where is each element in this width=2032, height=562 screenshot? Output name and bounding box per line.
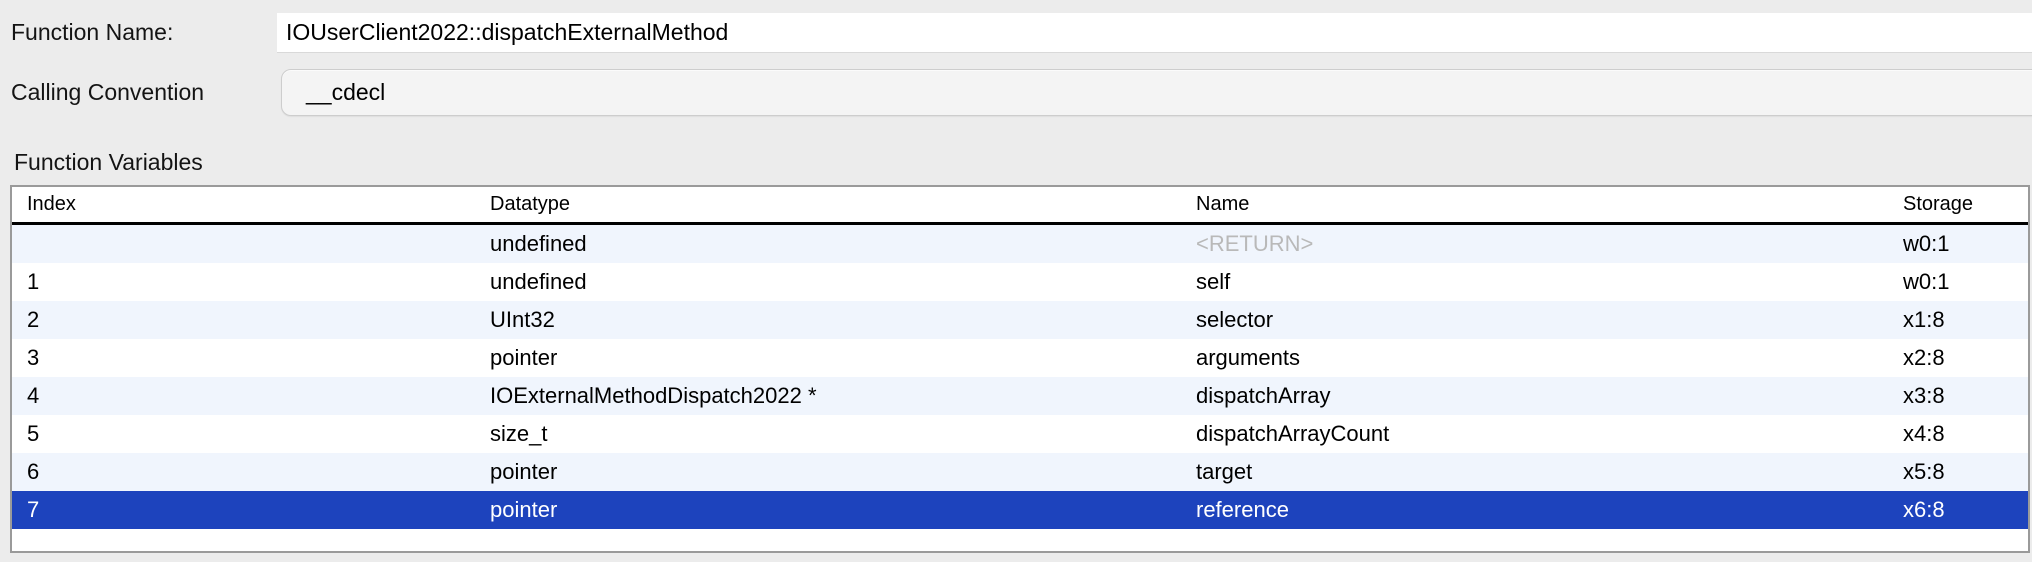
cell-name: target (1196, 453, 1903, 491)
calling-convention-select[interactable]: __cdecl (281, 69, 2032, 116)
table-row[interactable]: 2UInt32selectorx1:8 (12, 301, 2028, 339)
cell-name: selector (1196, 301, 1903, 339)
cell-name: arguments (1196, 339, 1903, 377)
table-row[interactable]: 3pointerargumentsx2:8 (12, 339, 2028, 377)
cell-storage: x5:8 (1903, 453, 2028, 491)
cell-index: 6 (12, 453, 490, 491)
cell-storage: x1:8 (1903, 301, 2028, 339)
cell-datatype: pointer (490, 491, 1196, 529)
cell-index: 7 (12, 491, 490, 529)
cell-name: dispatchArray (1196, 377, 1903, 415)
cell-storage: x2:8 (1903, 339, 2028, 377)
cell-datatype: undefined (490, 225, 1196, 263)
table-row[interactable]: 1undefinedselfw0:1 (12, 263, 2028, 301)
cell-datatype: UInt32 (490, 301, 1196, 339)
column-header-datatype[interactable]: Datatype (490, 187, 1196, 222)
function-variables-label: Function Variables (14, 149, 203, 176)
cell-storage: x6:8 (1903, 491, 2028, 529)
cell-index (12, 225, 490, 263)
function-name-label: Function Name: (11, 19, 173, 46)
table-row[interactable]: 7pointerreferencex6:8 (12, 491, 2028, 529)
cell-storage: w0:1 (1903, 263, 2028, 301)
cell-index: 4 (12, 377, 490, 415)
table-row[interactable]: undefined<RETURN>w0:1 (12, 225, 2028, 263)
column-header-name[interactable]: Name (1196, 187, 1903, 222)
cell-datatype: pointer (490, 453, 1196, 491)
cell-index: 1 (12, 263, 490, 301)
cell-datatype: size_t (490, 415, 1196, 453)
table-row[interactable]: 4IOExternalMethodDispatch2022 *dispatchA… (12, 377, 2028, 415)
cell-name: self (1196, 263, 1903, 301)
table-row[interactable]: 6pointertargetx5:8 (12, 453, 2028, 491)
cell-datatype: pointer (490, 339, 1196, 377)
cell-index: 2 (12, 301, 490, 339)
cell-name: dispatchArrayCount (1196, 415, 1903, 453)
cell-index: 5 (12, 415, 490, 453)
calling-convention-label: Calling Convention (11, 79, 204, 106)
cell-datatype: undefined (490, 263, 1196, 301)
function-name-input[interactable] (277, 13, 2032, 52)
variables-table-body: undefined<RETURN>w0:11undefinedselfw0:12… (12, 225, 2028, 529)
cell-storage: x3:8 (1903, 377, 2028, 415)
table-row[interactable]: 5size_tdispatchArrayCountx4:8 (12, 415, 2028, 453)
table-header-row: Index Datatype Name Storage (12, 187, 2028, 225)
calling-convention-value: __cdecl (282, 79, 385, 106)
cell-name: <RETURN> (1196, 225, 1903, 263)
cell-datatype: IOExternalMethodDispatch2022 * (490, 377, 1196, 415)
cell-storage: w0:1 (1903, 225, 2028, 263)
cell-index: 3 (12, 339, 490, 377)
cell-name: reference (1196, 491, 1903, 529)
cell-storage: x4:8 (1903, 415, 2028, 453)
column-header-index[interactable]: Index (12, 187, 490, 222)
function-variables-table: Index Datatype Name Storage undefined<RE… (10, 185, 2030, 553)
column-header-storage[interactable]: Storage (1903, 187, 2028, 222)
